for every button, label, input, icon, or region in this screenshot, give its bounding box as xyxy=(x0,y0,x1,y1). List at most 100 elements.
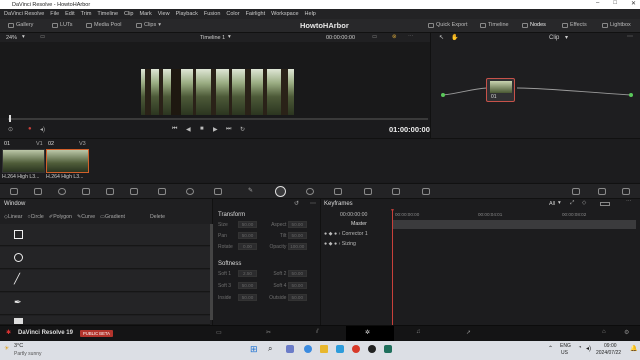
last-frame-icon[interactable]: ⏭ xyxy=(226,126,231,133)
loop-playback-icon[interactable]: ↻ xyxy=(240,126,245,133)
first-frame-icon[interactable]: ⏮ xyxy=(172,126,177,133)
track-sizing[interactable]: ● ◆ ● › Sizing xyxy=(324,241,356,247)
color-match-icon[interactable] xyxy=(34,188,42,195)
qualifier-icon[interactable] xyxy=(214,188,222,195)
explorer-icon[interactable] xyxy=(320,345,328,353)
keyframe-filter[interactable]: All xyxy=(549,201,555,207)
tilt-field[interactable]: 50.00 xyxy=(287,232,307,239)
tray-chevron-icon[interactable]: ⌃ xyxy=(548,345,553,352)
app-icon[interactable] xyxy=(384,345,392,353)
linear-tool[interactable]: ◇Linear xyxy=(4,214,22,220)
resolve-taskbar-icon[interactable] xyxy=(368,345,376,353)
rgb-mixer-icon[interactable] xyxy=(106,188,114,195)
gallery-button[interactable]: Gallery xyxy=(8,22,33,28)
edit-page-icon[interactable]: ⫽ xyxy=(316,329,319,336)
media-page-icon[interactable]: ▭ xyxy=(216,329,222,336)
shape-row-square[interactable] xyxy=(0,224,210,246)
shape-row-polygon[interactable]: ╱ xyxy=(0,270,210,292)
pan-field[interactable]: 50.00 xyxy=(238,232,257,239)
soft4-field[interactable]: 50.00 xyxy=(287,282,307,289)
outside-field[interactable]: 50.00 xyxy=(287,294,307,301)
magic-mask-icon[interactable] xyxy=(334,188,342,195)
viewer-mode-icon[interactable]: ▭ xyxy=(372,34,377,40)
node-editor[interactable]: ↖ ✋ Clip ▾ ⋯ xyxy=(430,33,640,138)
teams-icon[interactable] xyxy=(286,345,294,353)
inside-field[interactable]: 50.00 xyxy=(238,294,257,301)
curves-icon[interactable] xyxy=(158,188,166,195)
camera-raw-icon[interactable] xyxy=(10,188,18,195)
deliver-page-icon[interactable]: ➚ xyxy=(466,329,471,336)
play-icon[interactable]: ▶ xyxy=(213,126,218,133)
polygon-tool[interactable]: ✐Polygon xyxy=(49,214,72,220)
scrubber-track[interactable] xyxy=(8,118,428,120)
menu-fusion[interactable]: Fusion xyxy=(204,11,221,17)
keyframe-zoom-slider[interactable] xyxy=(600,202,610,206)
corrector-node[interactable]: 01 xyxy=(486,78,515,102)
reset-icon[interactable]: ↺ xyxy=(294,200,299,207)
soft1-field[interactable]: 2.50 xyxy=(238,270,257,277)
volume-tray-icon[interactable]: ◂) xyxy=(586,345,591,352)
clip-thumbnail[interactable] xyxy=(2,149,45,173)
blur-icon[interactable] xyxy=(364,188,372,195)
menu-workspace[interactable]: Workspace xyxy=(271,11,298,17)
info-icon[interactable] xyxy=(598,188,606,195)
media-pool-button[interactable]: Media Pool xyxy=(86,22,122,28)
nodes-button[interactable]: Nodes xyxy=(522,22,546,28)
track-master[interactable]: Master xyxy=(351,221,367,227)
master-track-bar[interactable] xyxy=(392,220,636,229)
quick-export-button[interactable]: Quick Export xyxy=(428,22,467,28)
viewer-options-icon[interactable]: ▭ xyxy=(40,34,45,40)
color-wheels-icon[interactable] xyxy=(58,188,66,195)
clips-button[interactable]: Clips ▾ xyxy=(136,22,161,28)
soft3-field[interactable]: 50.00 xyxy=(238,282,257,289)
color-page-icon[interactable]: ✲ xyxy=(365,329,370,336)
more-options-icon[interactable]: ⋯ xyxy=(626,199,632,205)
start-icon[interactable]: ⊞ xyxy=(250,344,258,355)
rotate-field[interactable]: 0.00 xyxy=(238,243,257,250)
expand-icon[interactable]: ⤢ xyxy=(570,200,574,207)
lang-primary[interactable]: ENG xyxy=(560,343,571,349)
timeline-button[interactable]: Timeline xyxy=(480,22,509,28)
size-field[interactable]: 50.00 xyxy=(238,221,257,228)
curve-tool[interactable]: ✎Curve xyxy=(77,214,95,220)
menu-playback[interactable]: Playback xyxy=(176,11,198,17)
maximize-button[interactable]: □ xyxy=(613,0,617,7)
loop-icon[interactable]: ⊙ xyxy=(8,126,13,133)
notification-icon[interactable]: 🔔 xyxy=(630,345,637,352)
eyedropper-icon[interactable]: ✎ xyxy=(248,187,253,194)
effects-button[interactable]: Effects xyxy=(562,22,587,28)
clip-thumbnail-selected[interactable] xyxy=(46,149,89,173)
soft2-field[interactable]: 50.00 xyxy=(287,270,307,277)
wipe-icon[interactable]: ⊗ xyxy=(392,34,397,40)
stop-icon[interactable]: ■ xyxy=(200,126,204,132)
delete-button[interactable]: Delete xyxy=(150,214,165,220)
store-icon[interactable] xyxy=(336,345,344,353)
menu-file[interactable]: File xyxy=(50,11,59,17)
menu-davinci[interactable]: DaVinci Resolve xyxy=(4,11,44,17)
key-icon[interactable] xyxy=(392,188,400,195)
lang-secondary[interactable]: US xyxy=(561,350,568,356)
shape-row-curve[interactable]: ✒ xyxy=(0,293,210,315)
shape-row-gradient[interactable] xyxy=(0,316,210,325)
scopes-icon[interactable] xyxy=(572,188,580,195)
timeline-name[interactable]: Timeline 1 xyxy=(200,35,225,41)
menu-color[interactable]: Color xyxy=(226,11,239,17)
scrubber-playhead[interactable] xyxy=(9,115,11,122)
lightbox-button[interactable]: Lightbox xyxy=(602,22,631,28)
sizing-icon[interactable] xyxy=(422,188,430,195)
fairlight-page-icon[interactable]: ♫ xyxy=(416,329,421,335)
tracker-icon[interactable] xyxy=(306,188,314,195)
hdr-icon[interactable] xyxy=(82,188,90,195)
menu-mark[interactable]: Mark xyxy=(140,11,152,17)
gradient-tool[interactable]: ▭Gradient xyxy=(100,214,125,220)
stats-icon[interactable] xyxy=(622,188,630,195)
audio-monitor-icon[interactable]: ● xyxy=(28,126,32,132)
shape-row-circle[interactable] xyxy=(0,247,210,269)
minimize-button[interactable]: – xyxy=(596,0,599,7)
menu-view[interactable]: View xyxy=(158,11,170,17)
close-button[interactable]: ✕ xyxy=(631,0,636,7)
menu-clip[interactable]: Clip xyxy=(124,11,133,17)
reverse-icon[interactable]: ◀ xyxy=(186,126,191,133)
wifi-icon[interactable]: ◔ xyxy=(578,345,582,351)
chrome-icon[interactable] xyxy=(352,345,360,353)
